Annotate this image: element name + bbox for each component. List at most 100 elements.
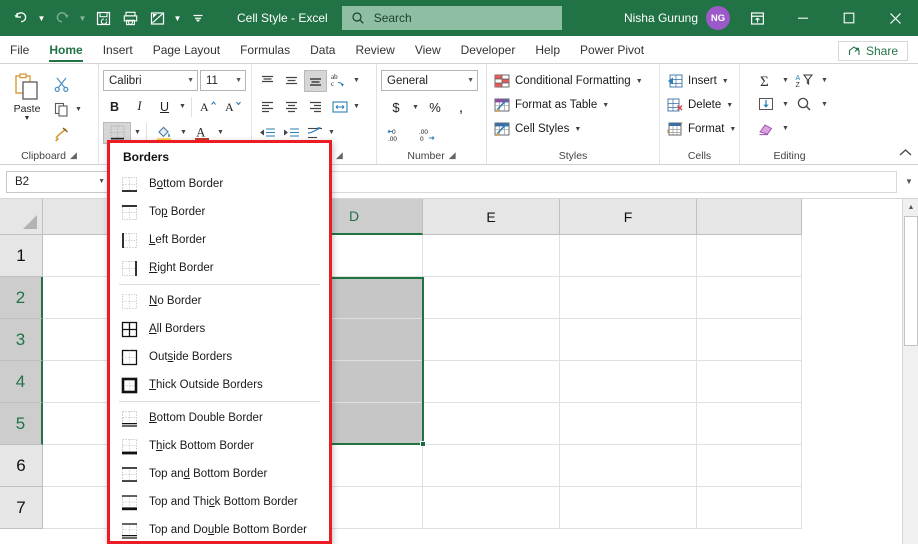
tab-insert[interactable]: Insert bbox=[93, 36, 143, 63]
align-bottom-button[interactable] bbox=[304, 69, 327, 92]
cell-g2[interactable] bbox=[697, 277, 802, 319]
menu-item-thick-outside-borders[interactable]: Thick Outside Borders bbox=[110, 371, 329, 399]
tab-data[interactable]: Data bbox=[300, 36, 345, 63]
font-color-dropdown-icon[interactable]: ▼ bbox=[216, 129, 225, 136]
tab-view[interactable]: View bbox=[405, 36, 451, 63]
find-select-button[interactable] bbox=[793, 94, 817, 115]
row-header-2[interactable]: 2 bbox=[0, 277, 43, 319]
cell-f1[interactable] bbox=[560, 235, 697, 277]
comma-style-button[interactable]: , bbox=[450, 97, 472, 119]
row-header-5[interactable]: 5 bbox=[0, 403, 43, 445]
format-as-table-button[interactable]: Format as Table ▼ bbox=[491, 94, 646, 116]
number-format-select[interactable]: General ▼ bbox=[381, 70, 478, 91]
tab-developer[interactable]: Developer bbox=[451, 36, 526, 63]
currency-button[interactable]: $ bbox=[385, 97, 407, 119]
column-header-g[interactable] bbox=[697, 199, 802, 235]
print-preview-icon[interactable] bbox=[117, 5, 143, 31]
shrink-font-button[interactable]: A bbox=[221, 96, 244, 118]
save-icon[interactable] bbox=[90, 5, 116, 31]
align-right-button[interactable] bbox=[304, 96, 327, 118]
cell-e7[interactable] bbox=[423, 487, 560, 529]
menu-item-top-and-double-bottom-border[interactable]: Top and Double Bottom Border bbox=[110, 516, 329, 541]
cell-f3[interactable] bbox=[560, 319, 697, 361]
redo-dropdown-icon[interactable]: ▼ bbox=[76, 5, 89, 31]
tab-formulas[interactable]: Formulas bbox=[230, 36, 300, 63]
cell-f6[interactable] bbox=[560, 445, 697, 487]
minimize-button[interactable] bbox=[780, 0, 826, 36]
cell-e3[interactable] bbox=[423, 319, 560, 361]
fill-dropdown-icon[interactable]: ▼ bbox=[781, 101, 790, 108]
close-button[interactable] bbox=[872, 0, 918, 36]
merge-and-center-button[interactable] bbox=[328, 96, 351, 118]
underline-button[interactable]: U bbox=[153, 96, 176, 118]
autosum-dropdown-icon[interactable]: ▼ bbox=[781, 77, 790, 84]
menu-item-thick-bottom-border[interactable]: Thick Bottom Border bbox=[110, 432, 329, 460]
fill-handle[interactable] bbox=[420, 441, 426, 447]
clear-button[interactable] bbox=[754, 118, 778, 139]
avatar[interactable]: NG bbox=[706, 6, 730, 30]
cell-f5[interactable] bbox=[560, 403, 697, 445]
tab-page-layout[interactable]: Page Layout bbox=[143, 36, 230, 63]
number-dialog-launcher[interactable]: ◢ bbox=[449, 150, 456, 161]
cell-g1[interactable] bbox=[697, 235, 802, 277]
alignment-dialog-launcher[interactable]: ◢ bbox=[336, 150, 343, 161]
menu-item-outside-borders[interactable]: Outside Borders bbox=[110, 343, 329, 371]
row-header-1[interactable]: 1 bbox=[0, 235, 43, 277]
menu-item-bottom-border[interactable]: Bottom Border bbox=[110, 170, 329, 198]
cell-f2[interactable] bbox=[560, 277, 697, 319]
row-header-4[interactable]: 4 bbox=[0, 361, 43, 403]
cell-e4[interactable] bbox=[423, 361, 560, 403]
cell-e5[interactable] bbox=[423, 403, 560, 445]
font-name-dropdown-icon[interactable]: ▼ bbox=[183, 77, 194, 84]
insert-cells-dropdown-icon[interactable]: ▼ bbox=[722, 78, 729, 85]
user-name[interactable]: Nisha Gurung bbox=[624, 11, 698, 25]
merge-dropdown-icon[interactable]: ▼ bbox=[352, 103, 361, 110]
expand-formula-bar-icon[interactable]: ▼ bbox=[900, 177, 918, 186]
menu-item-left-border[interactable]: Left Border bbox=[110, 226, 329, 254]
cell-g3[interactable] bbox=[697, 319, 802, 361]
cell-g4[interactable] bbox=[697, 361, 802, 403]
cell-g7[interactable] bbox=[697, 487, 802, 529]
underline-dropdown-icon[interactable]: ▼ bbox=[178, 103, 187, 110]
orientation-button[interactable]: ab c bbox=[328, 70, 351, 92]
tab-help[interactable]: Help bbox=[525, 36, 570, 63]
cell-e6[interactable] bbox=[423, 445, 560, 487]
share-button[interactable]: Share bbox=[837, 41, 908, 61]
paste-dropdown-icon[interactable]: ▼ bbox=[24, 115, 31, 122]
cell-styles-dropdown-icon[interactable]: ▼ bbox=[574, 126, 581, 133]
row-header-6[interactable]: 6 bbox=[0, 445, 43, 487]
cell-f7[interactable] bbox=[560, 487, 697, 529]
touch-mode-icon[interactable] bbox=[144, 5, 170, 31]
cell-styles-button[interactable]: Cell Styles ▼ bbox=[491, 118, 646, 140]
touch-mode-dropdown-icon[interactable]: ▼ bbox=[171, 5, 184, 31]
redo-icon[interactable] bbox=[49, 5, 75, 31]
customize-qat-icon[interactable] bbox=[185, 5, 211, 31]
percent-button[interactable]: % bbox=[424, 97, 446, 119]
cell-g5[interactable] bbox=[697, 403, 802, 445]
search-input[interactable]: Search bbox=[341, 6, 562, 30]
delete-cells-dropdown-icon[interactable]: ▼ bbox=[726, 102, 733, 109]
format-cells-button[interactable]: Format ▼ bbox=[664, 118, 739, 140]
column-header-f[interactable]: F bbox=[560, 199, 697, 235]
increase-decimal-button[interactable]: 0.00 bbox=[385, 124, 409, 146]
font-size-input[interactable]: 11 ▼ bbox=[200, 70, 246, 91]
row-header-3[interactable]: 3 bbox=[0, 319, 43, 361]
find-select-dropdown-icon[interactable]: ▼ bbox=[820, 101, 829, 108]
cell-e2[interactable] bbox=[423, 277, 560, 319]
column-header-e[interactable]: E bbox=[423, 199, 560, 235]
grow-font-button[interactable]: A bbox=[196, 96, 219, 118]
fill-color-dropdown-icon[interactable]: ▼ bbox=[179, 129, 188, 136]
scroll-up-icon[interactable]: ▲ bbox=[903, 199, 918, 216]
orientation-dropdown-icon[interactable]: ▼ bbox=[352, 77, 361, 84]
clear-dropdown-icon[interactable]: ▼ bbox=[781, 125, 790, 132]
insert-cells-button[interactable]: Insert ▼ bbox=[664, 70, 739, 92]
undo-dropdown-icon[interactable]: ▼ bbox=[35, 5, 48, 31]
scrollbar-thumb[interactable] bbox=[904, 216, 918, 346]
cut-button[interactable] bbox=[50, 73, 83, 95]
format-as-table-dropdown-icon[interactable]: ▼ bbox=[602, 102, 609, 109]
tab-file[interactable]: File bbox=[0, 36, 39, 63]
menu-item-bottom-double-border[interactable]: Bottom Double Border bbox=[110, 404, 329, 432]
collapse-ribbon-icon[interactable] bbox=[896, 144, 914, 162]
italic-button[interactable]: I bbox=[128, 96, 151, 118]
align-left-button[interactable] bbox=[256, 96, 279, 118]
